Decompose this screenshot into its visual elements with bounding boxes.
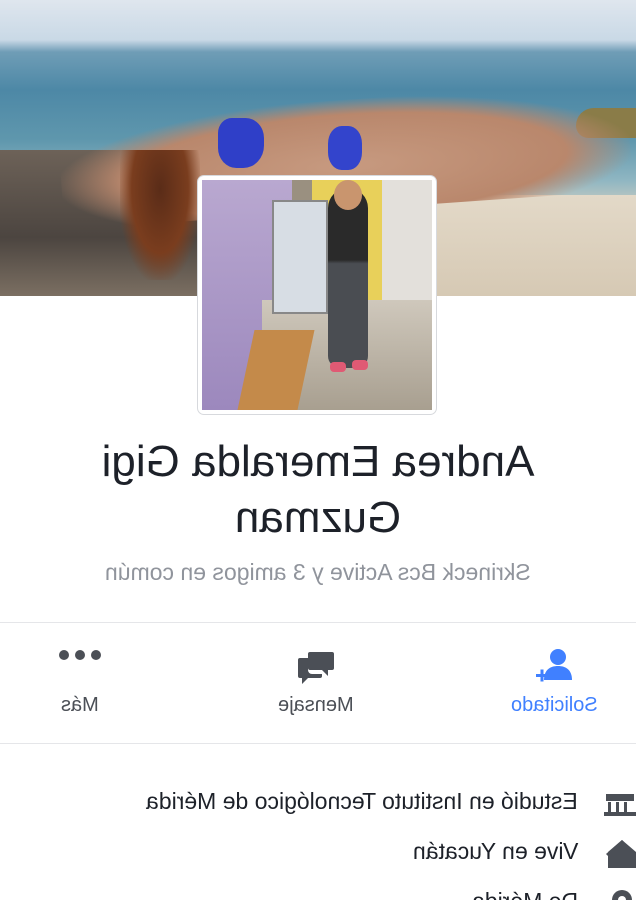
profile-page: Andrea Emeralda Gigi Guzman Skrineck Bcs… [0, 0, 636, 900]
avatar-mirror [272, 200, 328, 314]
profile-picture[interactable] [202, 180, 432, 410]
home-icon [600, 838, 636, 870]
about-item-education[interactable]: Estudió en Instituto Tecnológico de Méri… [0, 784, 636, 824]
more-button-label: Más [61, 694, 99, 716]
message-button-label: Mensaje [278, 694, 354, 716]
message-icon [296, 650, 336, 689]
about-item-lives-in[interactable]: Vive en Yucatán [0, 834, 636, 874]
mutual-friends-text: Skrineck Bcs Active y 3 amigos en común [105, 559, 531, 585]
more-dots-icon [58, 648, 102, 666]
cover-person-top [218, 118, 264, 168]
divider [0, 743, 636, 744]
divider [0, 622, 636, 623]
school-icon [600, 788, 636, 820]
location-pin-icon [600, 888, 636, 900]
mutual-friends[interactable]: Skrineck Bcs Active y 3 amigos en común [30, 556, 606, 588]
profile-actions: Más Mensaje Solicitado [0, 624, 636, 744]
avatar-person-head [334, 180, 362, 210]
friend-requested-label: Solicitado [510, 694, 598, 716]
about-item-education-text: Estudió en Instituto Tecnológico de Méri… [146, 788, 578, 814]
about-item-lives-in-text: Vive en Yucatán [412, 838, 578, 864]
avatar-person-shoe [330, 362, 346, 372]
more-button[interactable]: Más [0, 624, 170, 744]
message-button[interactable]: Mensaje [226, 624, 406, 744]
cover-person-bottom [328, 126, 362, 170]
add-friend-requested-icon [534, 646, 574, 691]
about-item-hometown[interactable]: De Mérida [0, 884, 636, 900]
avatar-person [328, 188, 368, 368]
profile-picture-frame[interactable] [198, 176, 436, 414]
profile-name: Andrea Emeralda Gigi Guzman [40, 434, 596, 546]
profile-name-text: Andrea Emeralda Gigi Guzman [101, 437, 535, 542]
friend-requested-button[interactable]: Solicitado [464, 624, 636, 744]
avatar-person-shoe [352, 360, 368, 370]
about-item-hometown-text: De Mérida [472, 888, 578, 900]
cover-person-hair [120, 150, 200, 280]
